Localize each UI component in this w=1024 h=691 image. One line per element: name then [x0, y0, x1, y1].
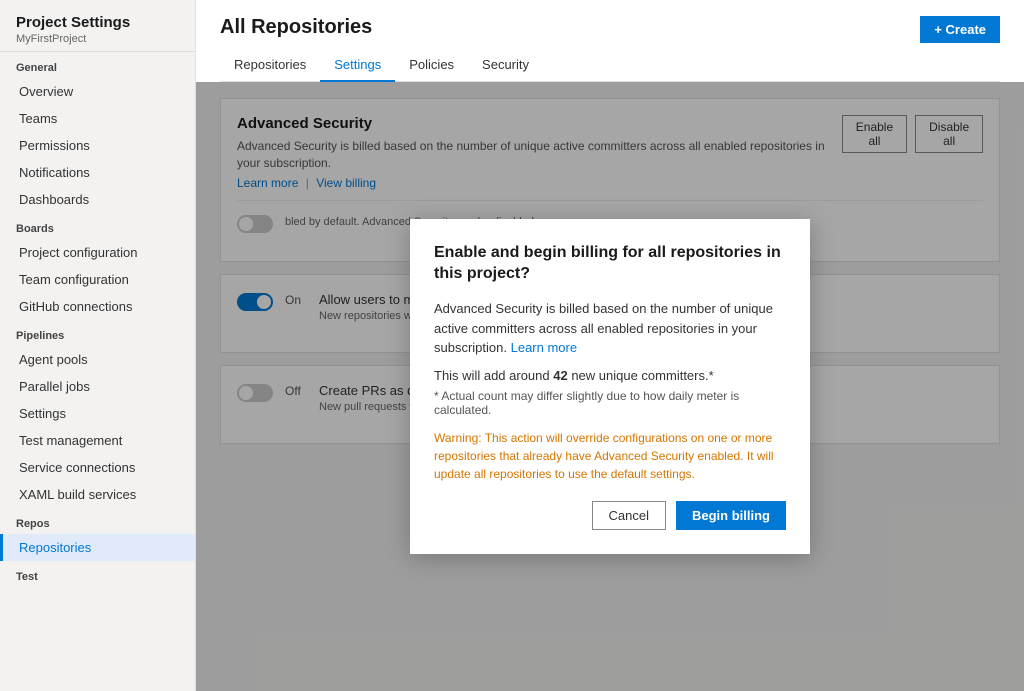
sidebar-item-team-configuration[interactable]: Team configuration: [0, 266, 195, 293]
modal-overlay: Enable and begin billing for all reposit…: [196, 82, 1024, 691]
dialog-body-text: Advanced Security is billed based on the…: [434, 301, 773, 355]
sidebar-item-dashboards[interactable]: Dashboards: [0, 186, 195, 213]
cancel-button[interactable]: Cancel: [592, 501, 666, 530]
sidebar-header: Project Settings MyFirstProject: [0, 0, 195, 52]
count-text-before: This will add around: [434, 368, 553, 383]
tab-repositories[interactable]: Repositories: [220, 49, 320, 82]
sidebar-item-overview[interactable]: Overview: [0, 78, 195, 105]
page-title: All Repositories: [220, 16, 1000, 39]
sidebar-item-settings[interactable]: Settings: [0, 400, 195, 427]
sidebar-item-permissions[interactable]: Permissions: [0, 132, 195, 159]
sidebar-item-parallel-jobs[interactable]: Parallel jobs: [0, 373, 195, 400]
sidebar-item-teams[interactable]: Teams: [0, 105, 195, 132]
content-area: Advanced Security Advanced Security is b…: [196, 82, 1024, 691]
dialog-note: * Actual count may differ slightly due t…: [434, 389, 786, 417]
begin-billing-button[interactable]: Begin billing: [676, 501, 786, 530]
sidebar-title: Project Settings: [16, 14, 179, 31]
dialog-learn-more-link[interactable]: Learn more: [511, 340, 577, 355]
main-header: All Repositories + Create Repositories S…: [196, 0, 1024, 82]
sidebar-item-agent-pools[interactable]: Agent pools: [0, 346, 195, 373]
dialog-footer: Cancel Begin billing: [434, 501, 786, 530]
dialog-count: This will add around 42 new unique commi…: [434, 368, 786, 383]
sidebar-item-service-connections[interactable]: Service connections: [0, 454, 195, 481]
section-label-pipelines: Pipelines: [0, 320, 195, 346]
dialog-body: Advanced Security is billed based on the…: [434, 299, 786, 358]
sidebar-item-test-management[interactable]: Test management: [0, 427, 195, 454]
sidebar-item-repositories[interactable]: Repositories: [0, 534, 195, 561]
count-text-after: new unique committers.*: [568, 368, 714, 383]
sidebar-item-notifications[interactable]: Notifications: [0, 159, 195, 186]
create-button[interactable]: + Create: [920, 16, 1000, 43]
section-label-repos: Repos: [0, 508, 195, 534]
tab-security[interactable]: Security: [468, 49, 543, 82]
tab-bar: Repositories Settings Policies Security: [220, 49, 1000, 82]
sidebar-subtitle: MyFirstProject: [16, 33, 179, 45]
main-actions: + Create: [920, 16, 1000, 43]
sidebar-item-project-configuration[interactable]: Project configuration: [0, 239, 195, 266]
dialog-title: Enable and begin billing for all reposit…: [434, 243, 786, 285]
sidebar-item-github-connections[interactable]: GitHub connections: [0, 293, 195, 320]
sidebar-item-xaml-build-services[interactable]: XAML build services: [0, 481, 195, 508]
section-label-boards: Boards: [0, 213, 195, 239]
sidebar: Project Settings MyFirstProject General …: [0, 0, 196, 691]
section-label-test: Test: [0, 561, 195, 587]
section-label-general: General: [0, 52, 195, 78]
tab-settings[interactable]: Settings: [320, 49, 395, 82]
dialog-warning: Warning: This action will override confi…: [434, 429, 786, 483]
count-number: 42: [553, 368, 567, 383]
billing-dialog: Enable and begin billing for all reposit…: [410, 219, 810, 553]
main-content: All Repositories + Create Repositories S…: [196, 0, 1024, 691]
tab-policies[interactable]: Policies: [395, 49, 468, 82]
